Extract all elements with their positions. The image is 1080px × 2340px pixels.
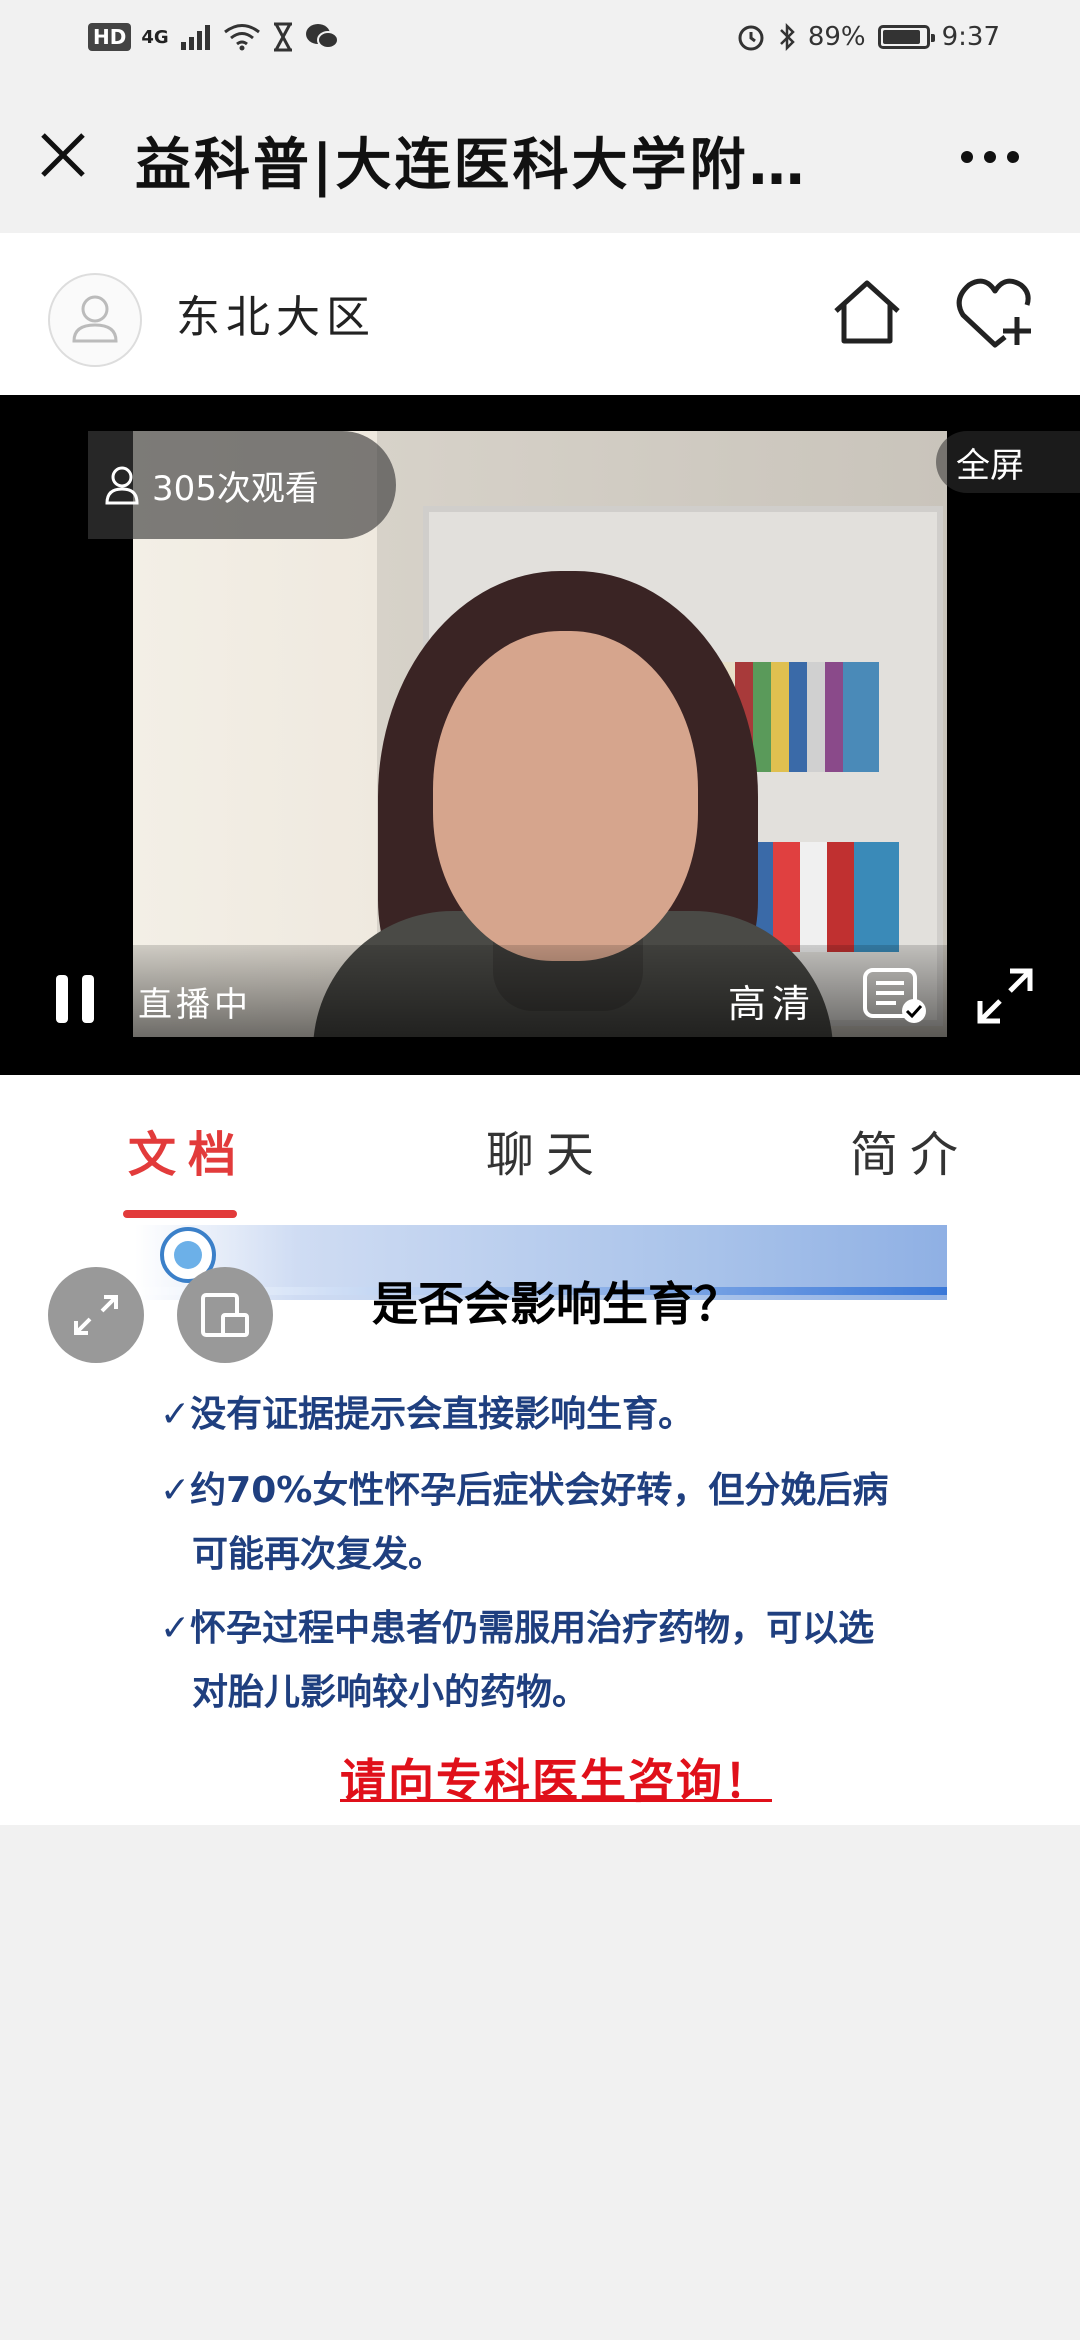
channel-name[interactable]: 东北大区	[176, 281, 376, 345]
user-icon	[105, 466, 139, 505]
screen-switch-icon	[201, 1293, 249, 1337]
title-bar: 益科普|大连医科大学附…	[0, 80, 1080, 233]
network-type: 4G	[141, 26, 169, 48]
video-player[interactable]: 305次观看 全屏 直播中 高清	[0, 395, 1080, 1075]
page-title: 益科普|大连医科大学附…	[135, 133, 808, 198]
status-bar: HD 4G 89% 9:37	[0, 0, 1080, 80]
hourglass-icon	[273, 22, 292, 52]
live-status: 直播中	[138, 985, 252, 1025]
tab-chat[interactable]: 聊天	[486, 1115, 606, 1185]
heart-plus-icon[interactable]	[955, 275, 1037, 349]
close-icon[interactable]	[38, 130, 88, 180]
expand-icon	[74, 1295, 118, 1335]
tab-intro[interactable]: 简介	[850, 1115, 970, 1185]
avatar-icon	[72, 295, 118, 343]
wifi-icon	[223, 24, 260, 51]
presenter-face	[433, 631, 698, 961]
screen-switch-button[interactable]	[177, 1267, 273, 1363]
hd-icon: HD	[88, 23, 132, 51]
status-left: HD 4G	[88, 22, 339, 52]
clock: 9:37	[941, 22, 1000, 52]
more-icon[interactable]	[960, 150, 1020, 164]
battery-percent: 89%	[807, 22, 866, 52]
tab-document[interactable]: 文档	[128, 1115, 248, 1185]
video-controls: 直播中 高清	[0, 945, 1080, 1037]
bluetooth-icon	[779, 22, 795, 52]
channel-row: 东北大区	[0, 233, 1080, 395]
slide-bullet-1: ✓没有证据提示会直接影响生育。	[160, 1394, 695, 1435]
viewer-count-text: 305次观看	[152, 468, 319, 509]
expand-icon[interactable]	[976, 967, 1034, 1025]
slide-bullet-2: ✓约70%女性怀孕后症状会好转，但分娩后病	[160, 1470, 889, 1511]
alarm-icon	[738, 25, 764, 51]
viewer-count: 305次观看	[88, 431, 396, 539]
active-tab-indicator	[123, 1210, 237, 1218]
document-slide: 是否会影响生育？ ✓没有证据提示会直接影响生育。 ✓约70%女性怀孕后症状会好转…	[0, 1225, 1080, 1825]
slide-bullet-3: ✓怀孕过程中患者仍需服用治疗药物，可以选	[160, 1608, 875, 1649]
consult-notice: 请向专科医生咨询！	[340, 1754, 772, 1808]
slide-bullet-3-continued: 对胎儿影响较小的药物。	[192, 1672, 589, 1713]
signal-icon	[180, 25, 210, 50]
status-right: 89% 9:37	[736, 22, 1000, 52]
quality-button[interactable]: 高清	[728, 973, 816, 1028]
avatar[interactable]	[48, 273, 142, 367]
battery-icon	[877, 25, 935, 49]
slide-title: 是否会影响生育？	[372, 1277, 740, 1331]
pause-icon[interactable]	[52, 973, 98, 1025]
document-expand-button[interactable]	[48, 1267, 144, 1363]
fullscreen-button[interactable]: 全屏	[936, 431, 1080, 493]
tab-bar: 文档 聊天 简介	[0, 1075, 1080, 1225]
home-icon[interactable]	[830, 277, 904, 347]
danmaku-icon[interactable]	[862, 967, 930, 1025]
slide-bullet-2-continued: 可能再次复发。	[192, 1534, 445, 1575]
wechat-icon	[305, 24, 339, 49]
